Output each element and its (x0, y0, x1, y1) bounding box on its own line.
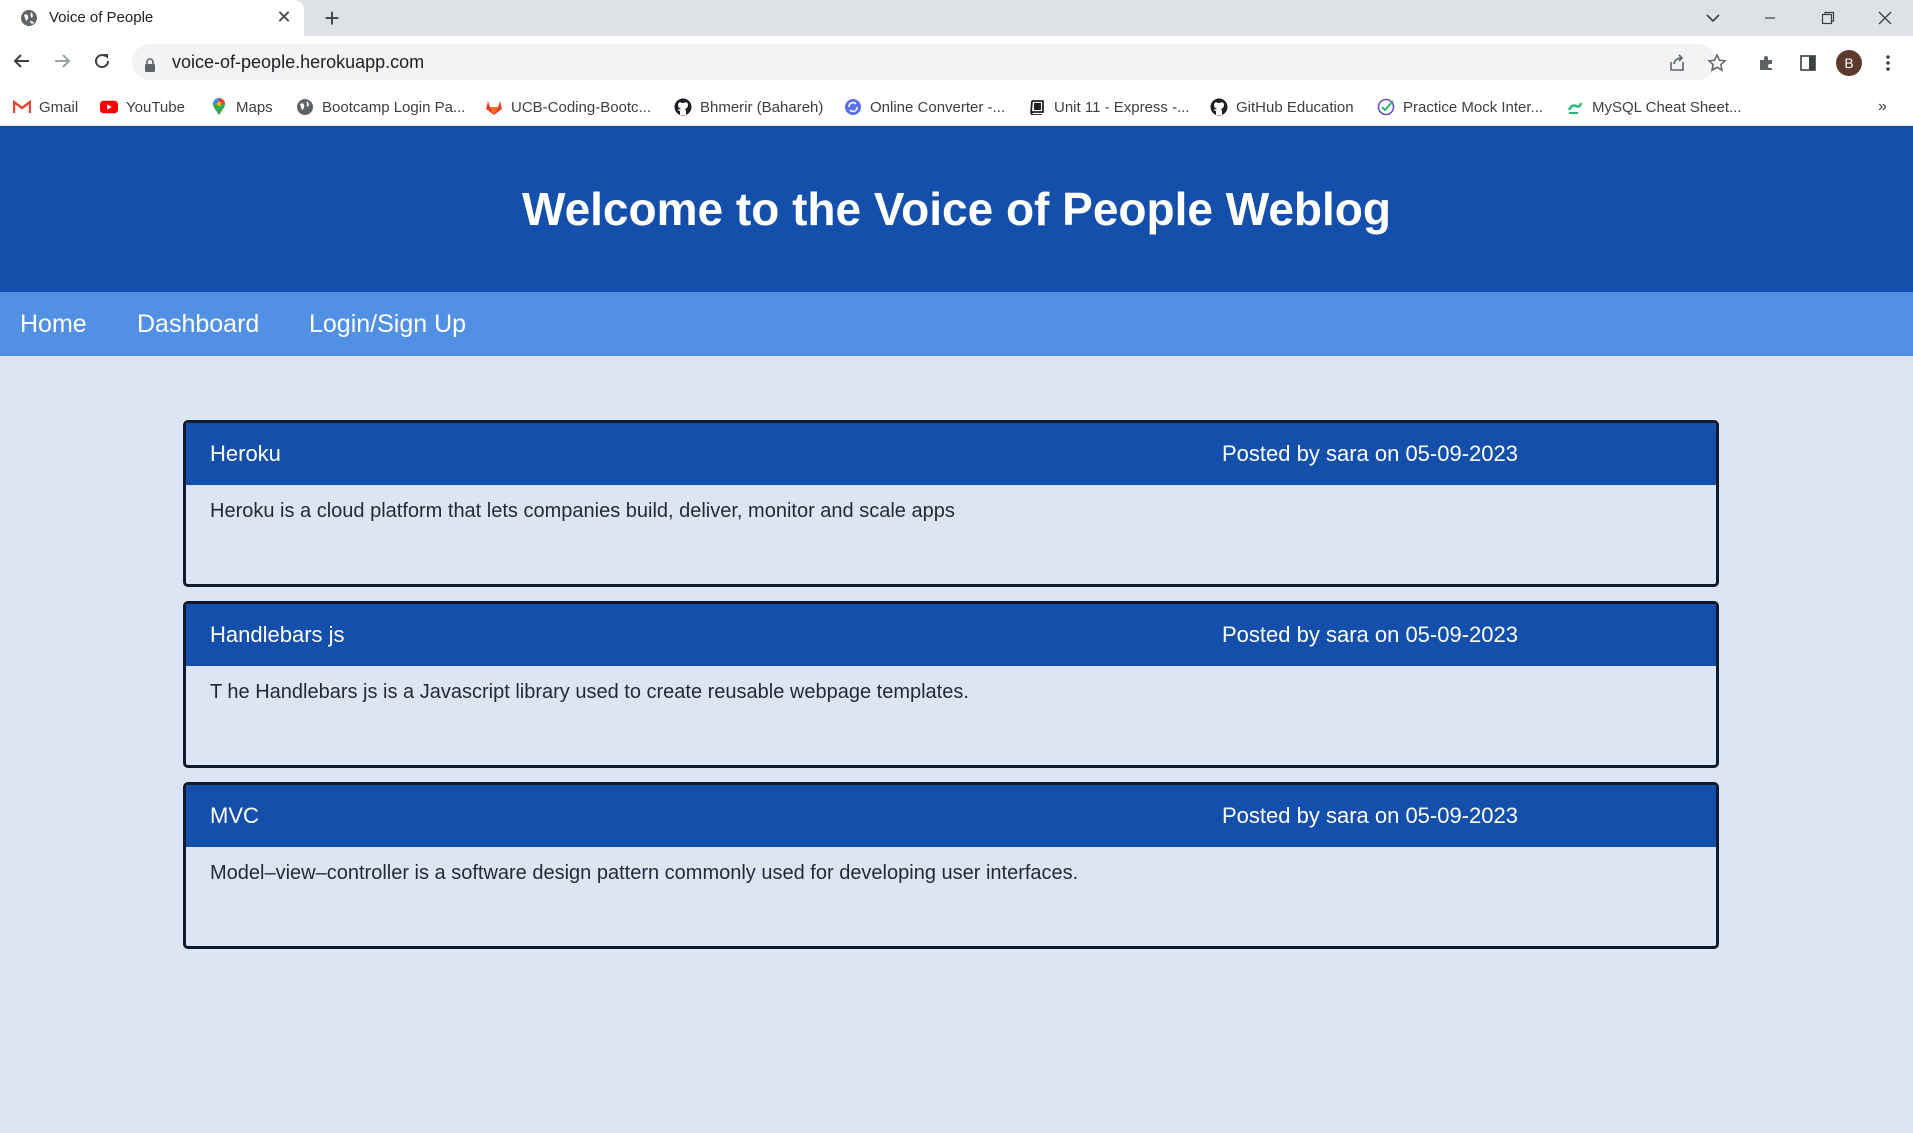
bookmark-label: Practice Mock Inter... (1403, 98, 1544, 116)
bookmark-bootcamp-login[interactable]: Bootcamp Login Pa... (296, 88, 465, 126)
arrow-left-icon (13, 54, 29, 68)
site-nav: Home Dashboard Login/Sign Up (0, 292, 1913, 356)
back-button[interactable] (10, 49, 34, 73)
gitlab-icon (485, 98, 503, 116)
bookmarks-overflow-button[interactable]: » (1878, 88, 1887, 126)
bookmark-label: MySQL Cheat Sheet... (1592, 98, 1742, 116)
bookmark-ucb-coding[interactable]: UCB-Coding-Bootc... (485, 88, 651, 126)
book-icon (1028, 98, 1046, 116)
extensions-icon[interactable] (1755, 51, 1779, 75)
globe-icon (296, 98, 314, 116)
nav-login-signup-link[interactable]: Login/Sign Up (309, 310, 466, 339)
tab-title: Voice of People (49, 9, 154, 26)
chevron-down-icon (1706, 14, 1720, 23)
browser-toolbar: voice-of-people.herokuapp.com B (0, 36, 1913, 88)
post-header: Handlebars js Posted by sara on 05-09-20… (186, 604, 1716, 666)
check-circle-icon (1377, 98, 1395, 116)
mysql-icon (1566, 98, 1584, 116)
share-icon[interactable] (1665, 51, 1689, 75)
post-card[interactable]: Heroku Posted by sara on 05-09-2023 Hero… (183, 420, 1719, 587)
post-body: Model–view–controller is a software desi… (210, 862, 1079, 884)
tab-search-button[interactable] (1690, 2, 1736, 34)
gmail-icon (13, 98, 31, 116)
post-title[interactable]: Heroku (210, 441, 281, 467)
post-card[interactable]: MVC Posted by sara on 05-09-2023 Model–v… (183, 782, 1719, 949)
post-title[interactable]: Handlebars js (210, 622, 345, 648)
close-icon (1878, 11, 1892, 25)
bookmark-star-icon[interactable] (1705, 51, 1729, 75)
close-window-button[interactable] (1862, 2, 1908, 34)
restore-button[interactable] (1805, 2, 1851, 34)
bookmark-label: GitHub Education (1236, 98, 1354, 116)
arrow-right-icon (55, 54, 71, 68)
bookmark-label: YouTube (126, 98, 185, 116)
bookmark-label: Bootcamp Login Pa... (322, 98, 466, 116)
post-meta: Posted by sara on 05-09-2023 (1222, 622, 1518, 647)
github-icon (1210, 98, 1228, 116)
post-meta: Posted by sara on 05-09-2023 (1222, 803, 1518, 828)
minimize-icon (1765, 17, 1775, 19)
post-header: Heroku Posted by sara on 05-09-2023 (186, 423, 1716, 485)
page-title: Welcome to the Voice of People Weblog (521, 183, 1391, 235)
youtube-icon (100, 98, 118, 116)
maps-icon (210, 98, 228, 116)
side-panel-icon[interactable] (1796, 51, 1820, 75)
post-card[interactable]: Handlebars js Posted by sara on 05-09-20… (183, 601, 1719, 768)
github-icon (674, 98, 692, 116)
bookmark-label: Gmail (39, 98, 79, 116)
bookmark-youtube[interactable]: YouTube (100, 88, 185, 126)
menu-kebab-icon[interactable] (1876, 51, 1900, 75)
nav-dashboard-link[interactable]: Dashboard (137, 310, 259, 339)
profile-avatar[interactable]: B (1836, 50, 1862, 76)
bookmark-label: Online Converter -... (870, 98, 1006, 116)
converter-icon (844, 98, 862, 116)
bookmark-online-converter[interactable]: Online Converter -... (844, 88, 1005, 126)
bookmark-unit11-express[interactable]: Unit 11 - Express -... (1028, 88, 1190, 126)
bookmark-label: Unit 11 - Express -... (1054, 98, 1190, 116)
bookmark-gmail[interactable]: Gmail (13, 88, 78, 126)
bookmark-mysql-cheat-sheet[interactable]: MySQL Cheat Sheet... (1566, 88, 1742, 126)
new-tab-button[interactable]: + (318, 3, 346, 33)
tab-strip: Voice of People ✕ + (0, 0, 1913, 36)
lock-icon[interactable] (144, 58, 156, 72)
forward-button[interactable] (50, 49, 74, 73)
browser-tab[interactable]: Voice of People ✕ (0, 0, 304, 36)
post-title[interactable]: MVC (210, 803, 259, 829)
bookmark-maps[interactable]: Maps (210, 88, 273, 126)
nav-home-link[interactable]: Home (20, 310, 87, 339)
bookmark-github-education[interactable]: GitHub Education (1210, 88, 1354, 126)
close-tab-icon[interactable]: ✕ (274, 7, 294, 27)
post-body: Heroku is a cloud platform that lets com… (210, 500, 955, 522)
minimize-button[interactable] (1747, 2, 1793, 34)
bookmark-practice-mock[interactable]: Practice Mock Inter... (1377, 88, 1543, 126)
post-meta: Posted by sara on 05-09-2023 (1222, 441, 1518, 466)
restore-icon (1821, 11, 1835, 25)
reload-button[interactable] (90, 49, 114, 73)
bookmark-label: Bhmerir (Bahareh) (700, 98, 824, 116)
reload-icon (95, 54, 110, 69)
post-header: MVC Posted by sara on 05-09-2023 (186, 785, 1716, 847)
globe-icon (21, 10, 37, 26)
url-text[interactable]: voice-of-people.herokuapp.com (172, 52, 424, 73)
bookmark-github-bhmerir[interactable]: Bhmerir (Bahareh) (674, 88, 823, 126)
post-body: T he Handlebars js is a Javascript libra… (210, 681, 969, 703)
site-header: Welcome to the Voice of People Weblog (0, 126, 1913, 292)
bookmark-label: Maps (236, 98, 273, 116)
bookmarks-bar: Gmail YouTube Maps Bootcamp Login Pa... … (0, 88, 1913, 126)
bookmark-label: UCB-Coding-Bootc... (511, 98, 652, 116)
